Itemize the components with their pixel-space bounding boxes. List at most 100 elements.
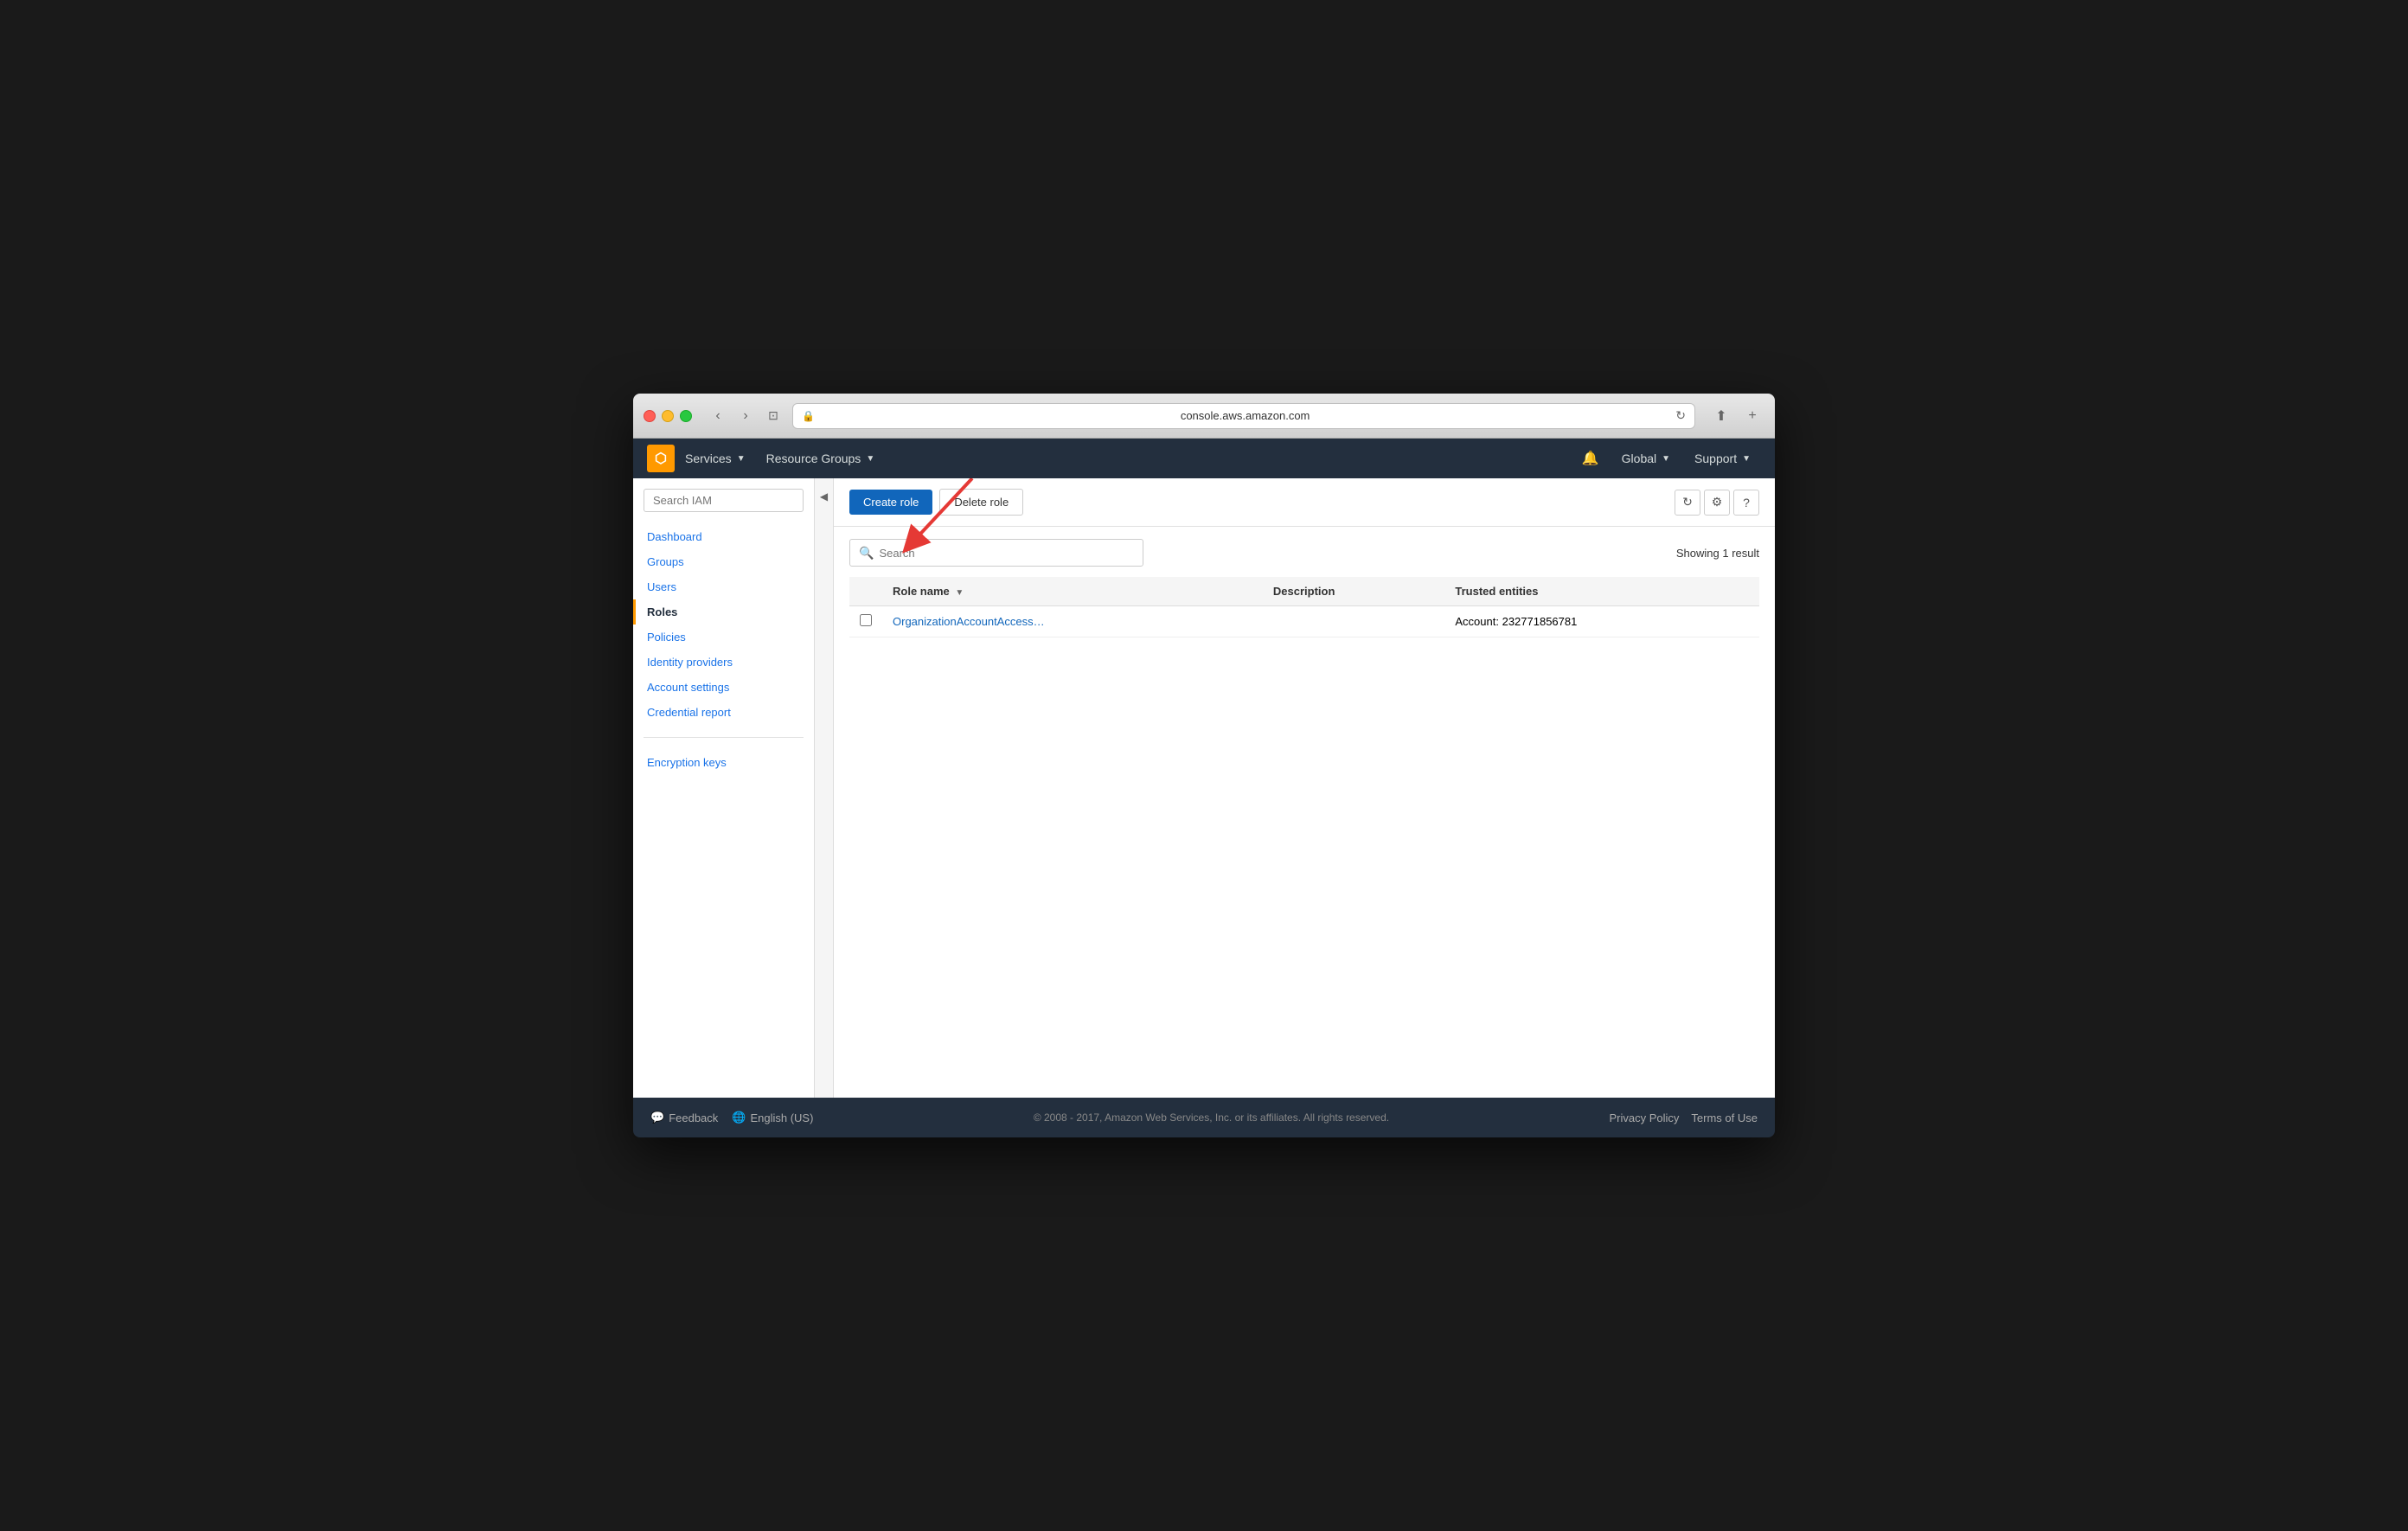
support-label: Support xyxy=(1694,452,1737,465)
refresh-button[interactable]: ↻ xyxy=(1675,408,1686,423)
language-icon: 🌐 xyxy=(732,1111,746,1124)
sidebar-item-groups[interactable]: Groups xyxy=(633,549,814,574)
sidebar-item-identity-providers[interactable]: Identity providers xyxy=(633,650,814,675)
main-area: Dashboard Groups Users Roles Policies Id… xyxy=(633,478,1775,1098)
result-count: Showing 1 result xyxy=(1676,547,1759,560)
help-icon: ? xyxy=(1743,496,1750,509)
resource-groups-arrow-icon: ▼ xyxy=(866,454,874,464)
credential-report-link[interactable]: Credential report xyxy=(633,700,814,725)
privacy-policy-link[interactable]: Privacy Policy xyxy=(1610,1111,1680,1124)
aws-topnav: ⬡ Services ▼ Resource Groups ▼ 🔔 Global … xyxy=(633,439,1775,478)
sidebar-item-users[interactable]: Users xyxy=(633,574,814,599)
browser-actions: ⬆ + xyxy=(1709,404,1764,428)
role-name-header[interactable]: Role name ▼ xyxy=(882,577,1263,606)
trusted-entities-cell: Account: 232771856781 xyxy=(1444,606,1759,637)
feedback-button[interactable]: 💬 Feedback xyxy=(650,1111,718,1124)
traffic-lights xyxy=(644,410,692,422)
fullscreen-button[interactable] xyxy=(680,410,692,422)
policies-link[interactable]: Policies xyxy=(633,625,814,650)
url-text: console.aws.amazon.com xyxy=(820,409,1670,422)
back-button[interactable]: ‹ xyxy=(706,404,730,428)
terms-of-use-link[interactable]: Terms of Use xyxy=(1691,1111,1758,1124)
support-arrow-icon: ▼ xyxy=(1742,454,1751,464)
checkbox-header xyxy=(849,577,882,606)
forward-button[interactable]: › xyxy=(733,404,758,428)
settings-icon: ⚙ xyxy=(1712,495,1723,509)
address-bar[interactable]: 🔒 console.aws.amazon.com ↻ xyxy=(792,403,1695,429)
create-role-button[interactable]: Create role xyxy=(849,490,932,515)
description-header: Description xyxy=(1263,577,1445,606)
sidebar-toggle-icon: ◀ xyxy=(820,490,828,503)
services-menu[interactable]: Services ▼ xyxy=(675,439,756,478)
role-name-link[interactable]: OrganizationAccountAccess… xyxy=(893,615,1045,628)
language-label: English (US) xyxy=(750,1111,813,1124)
delete-role-button[interactable]: Delete role xyxy=(939,489,1023,516)
table-area: 🔍 Showing 1 result Role name ▼ xyxy=(834,527,1775,1098)
role-name-label: Role name xyxy=(893,585,950,598)
row-checkbox-cell[interactable] xyxy=(849,606,882,637)
close-button[interactable] xyxy=(644,410,656,422)
global-arrow-icon: ▼ xyxy=(1662,454,1670,464)
browser-nav-buttons: ‹ › ⊡ xyxy=(706,404,785,428)
services-arrow-icon: ▼ xyxy=(737,454,746,464)
sort-arrow-icon: ▼ xyxy=(955,588,964,598)
refresh-button[interactable]: ↻ xyxy=(1675,490,1700,516)
browser-window: ‹ › ⊡ 🔒 console.aws.amazon.com ↻ ⬆ + ⬡ S… xyxy=(633,394,1775,1137)
table-search-container[interactable]: 🔍 xyxy=(849,539,1143,567)
feedback-label: Feedback xyxy=(669,1111,718,1124)
settings-button[interactable]: ⚙ xyxy=(1704,490,1730,516)
sidebar-divider xyxy=(644,737,804,738)
account-settings-link[interactable]: Account settings xyxy=(633,675,814,700)
sidebar-item-credential-report[interactable]: Credential report xyxy=(633,700,814,725)
table-search-input[interactable] xyxy=(879,547,1134,560)
footer: 💬 Feedback 🌐 English (US) © 2008 - 2017,… xyxy=(633,1098,1775,1137)
footer-left: 💬 Feedback 🌐 English (US) xyxy=(650,1111,813,1124)
table-header-row: Role name ▼ Description Trusted entities xyxy=(849,577,1759,606)
aws-logo: ⬡ xyxy=(647,445,675,472)
toolbar-icons: ↻ ⚙ ? xyxy=(1675,490,1759,516)
users-link[interactable]: Users xyxy=(633,574,814,599)
row-checkbox[interactable] xyxy=(860,614,872,626)
help-button[interactable]: ? xyxy=(1733,490,1759,516)
global-label: Global xyxy=(1622,452,1656,465)
topnav-right: 🔔 Global ▼ Support ▼ xyxy=(1573,439,1761,478)
add-tab-button[interactable]: + xyxy=(1740,404,1764,428)
dashboard-link[interactable]: Dashboard xyxy=(633,524,814,549)
sidebar-item-roles[interactable]: Roles xyxy=(633,599,814,625)
minimize-button[interactable] xyxy=(662,410,674,422)
resource-groups-menu[interactable]: Resource Groups ▼ xyxy=(756,439,886,478)
notifications-button[interactable]: 🔔 xyxy=(1573,439,1608,478)
footer-copyright: © 2008 - 2017, Amazon Web Services, Inc.… xyxy=(827,1111,1595,1124)
resource-groups-label: Resource Groups xyxy=(766,452,861,465)
footer-right: Privacy Policy Terms of Use xyxy=(1610,1111,1758,1124)
table-row: OrganizationAccountAccess… Account: 2327… xyxy=(849,606,1759,637)
description-cell xyxy=(1263,606,1445,637)
identity-providers-link[interactable]: Identity providers xyxy=(633,650,814,675)
content-area: Create role Delete role ↻ ⚙ ? xyxy=(834,478,1775,1098)
search-bar-row: 🔍 Showing 1 result xyxy=(849,539,1759,567)
language-selector[interactable]: 🌐 English (US) xyxy=(732,1111,813,1124)
sidebar-item-dashboard[interactable]: Dashboard xyxy=(633,524,814,549)
groups-link[interactable]: Groups xyxy=(633,549,814,574)
lock-icon: 🔒 xyxy=(802,410,815,422)
refresh-icon: ↻ xyxy=(1682,495,1693,509)
search-iam-input[interactable] xyxy=(644,489,804,512)
sidebar-item-policies[interactable]: Policies xyxy=(633,625,814,650)
browser-titlebar: ‹ › ⊡ 🔒 console.aws.amazon.com ↻ ⬆ + xyxy=(633,394,1775,439)
tab-overview-button[interactable]: ⊡ xyxy=(761,404,785,428)
support-menu[interactable]: Support ▼ xyxy=(1684,439,1761,478)
toolbar: Create role Delete role ↻ ⚙ ? xyxy=(834,478,1775,527)
sidebar-item-account-settings[interactable]: Account settings xyxy=(633,675,814,700)
encryption-keys-link[interactable]: Encryption keys xyxy=(633,750,814,775)
sidebar-toggle[interactable]: ◀ xyxy=(815,478,834,1098)
share-button[interactable]: ⬆ xyxy=(1709,404,1733,428)
global-menu[interactable]: Global ▼ xyxy=(1611,439,1681,478)
sidebar-nav: Dashboard Groups Users Roles Policies Id… xyxy=(633,521,814,728)
sidebar-search-container xyxy=(633,478,814,521)
feedback-icon: 💬 xyxy=(650,1111,664,1124)
copyright-text: © 2008 - 2017, Amazon Web Services, Inc.… xyxy=(1034,1111,1389,1124)
table-body: OrganizationAccountAccess… Account: 2327… xyxy=(849,606,1759,637)
roles-link: Roles xyxy=(633,599,814,625)
sidebar-item-encryption-keys[interactable]: Encryption keys xyxy=(633,750,814,775)
role-name-cell: OrganizationAccountAccess… xyxy=(882,606,1263,637)
